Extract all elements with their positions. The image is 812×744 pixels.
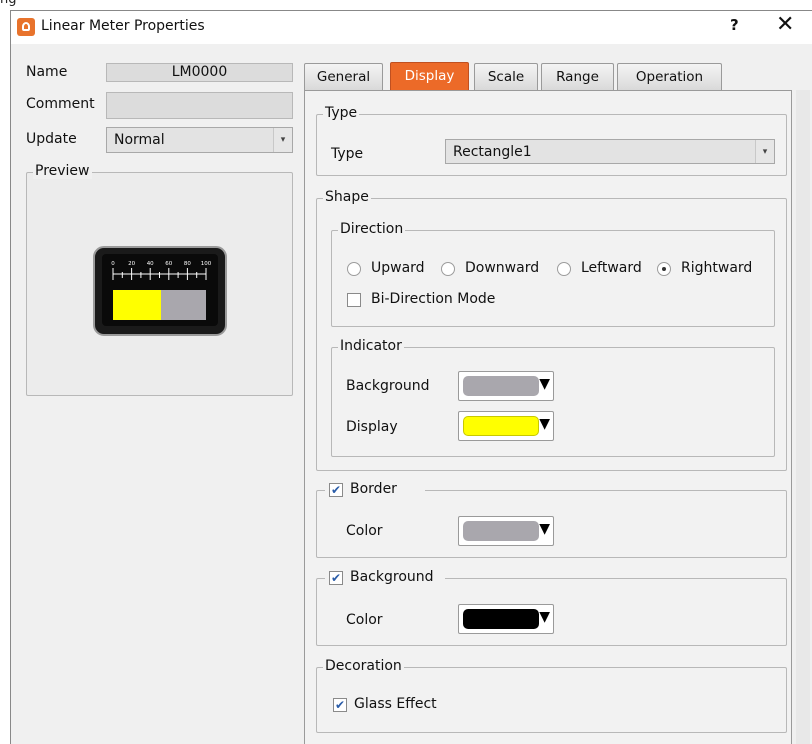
tab-general[interactable]: General bbox=[304, 63, 383, 90]
window-title: Linear Meter Properties bbox=[41, 18, 205, 34]
preview-scale-80: 80 bbox=[184, 261, 191, 267]
dropdown-triangle-icon: ▼ bbox=[539, 376, 550, 392]
downward-label: Downward bbox=[465, 260, 540, 276]
app-icon bbox=[17, 18, 35, 36]
preview-scale-0: 0 bbox=[111, 261, 115, 267]
indicator-group-label: Indicator bbox=[338, 338, 404, 354]
radio-rightward[interactable] bbox=[657, 262, 671, 276]
background-color-label: Color bbox=[346, 612, 383, 628]
name-value: LM0000 bbox=[171, 64, 228, 80]
name-field[interactable]: LM0000 bbox=[106, 63, 293, 82]
type-group-label: Type bbox=[323, 105, 360, 121]
type-label: Type bbox=[331, 146, 364, 162]
indicator-background-label: Background bbox=[346, 378, 430, 394]
shape-group-label: Shape bbox=[323, 189, 371, 205]
preview-scale-40: 40 bbox=[147, 261, 154, 267]
background-group-label: Background bbox=[350, 569, 434, 585]
indicator-display-swatch bbox=[463, 416, 539, 436]
border-color-label: Color bbox=[346, 523, 383, 539]
update-value: Normal bbox=[114, 132, 165, 148]
tab-scale-label: Scale bbox=[487, 69, 525, 85]
close-button[interactable]: ✕ bbox=[776, 12, 794, 37]
background-color-swatch bbox=[463, 609, 539, 629]
bidirection-label: Bi-Direction Mode bbox=[371, 291, 496, 307]
background-color-button[interactable]: ▼ bbox=[458, 604, 554, 634]
tab-scale[interactable]: Scale bbox=[474, 63, 538, 90]
indicator-display-color-button[interactable]: ▼ bbox=[458, 411, 554, 441]
background-window-strip: ng bbox=[0, 0, 812, 10]
border-color-swatch bbox=[463, 521, 539, 541]
radio-leftward[interactable] bbox=[557, 262, 571, 276]
type-select[interactable]: Rectangle1 ▾ bbox=[445, 139, 775, 164]
preview-label: Preview bbox=[33, 163, 92, 179]
background-window-text: ng bbox=[0, 0, 17, 7]
dropdown-triangle-icon: ▼ bbox=[539, 416, 550, 432]
update-label: Update bbox=[26, 131, 77, 147]
decoration-group-label: Decoration bbox=[323, 658, 404, 674]
rightward-label: Rightward bbox=[681, 260, 753, 276]
linear-meter-preview: 0 20 40 60 80 100 bbox=[93, 246, 227, 336]
dropdown-triangle-icon: ▼ bbox=[539, 609, 550, 625]
indicator-display-label: Display bbox=[346, 419, 398, 435]
tab-general-label: General bbox=[316, 69, 371, 85]
tab-display[interactable]: Display bbox=[390, 62, 469, 91]
dropdown-triangle-icon: ▼ bbox=[539, 521, 550, 537]
panel-border-right bbox=[796, 90, 810, 744]
tab-range[interactable]: Range bbox=[541, 63, 614, 90]
preview-scale-100: 100 bbox=[201, 261, 212, 267]
tab-operation[interactable]: Operation bbox=[617, 63, 722, 90]
glass-effect-checkbox[interactable]: ✔ bbox=[333, 698, 347, 712]
update-select[interactable]: Normal ▾ bbox=[106, 127, 293, 153]
tab-range-label: Range bbox=[556, 69, 599, 85]
preview-scale-60: 60 bbox=[165, 261, 172, 267]
direction-group-label: Direction bbox=[338, 221, 406, 237]
leftward-label: Leftward bbox=[581, 260, 642, 276]
glass-effect-label: Glass Effect bbox=[354, 696, 437, 712]
name-label: Name bbox=[26, 64, 68, 80]
upward-label: Upward bbox=[371, 260, 425, 276]
comment-field[interactable] bbox=[106, 92, 293, 119]
bidirection-checkbox[interactable] bbox=[347, 293, 361, 307]
tab-operation-label: Operation bbox=[635, 69, 704, 85]
radio-upward[interactable] bbox=[347, 262, 361, 276]
border-checkbox[interactable]: ✔ bbox=[329, 483, 343, 497]
tab-display-label: Display bbox=[404, 68, 455, 84]
chevron-down-icon: ▾ bbox=[755, 140, 774, 163]
type-value: Rectangle1 bbox=[453, 144, 532, 160]
comment-label: Comment bbox=[26, 96, 95, 112]
border-color-button[interactable]: ▼ bbox=[458, 516, 554, 546]
background-checkbox[interactable]: ✔ bbox=[329, 571, 343, 585]
help-button[interactable]: ? bbox=[730, 16, 739, 34]
preview-scale-20: 20 bbox=[128, 261, 135, 267]
chevron-down-icon: ▾ bbox=[273, 128, 292, 152]
direction-group: Direction bbox=[331, 221, 775, 327]
radio-downward[interactable] bbox=[441, 262, 455, 276]
indicator-background-color-button[interactable]: ▼ bbox=[458, 371, 554, 401]
indicator-background-swatch bbox=[463, 376, 539, 396]
border-group-label: Border bbox=[350, 481, 397, 497]
